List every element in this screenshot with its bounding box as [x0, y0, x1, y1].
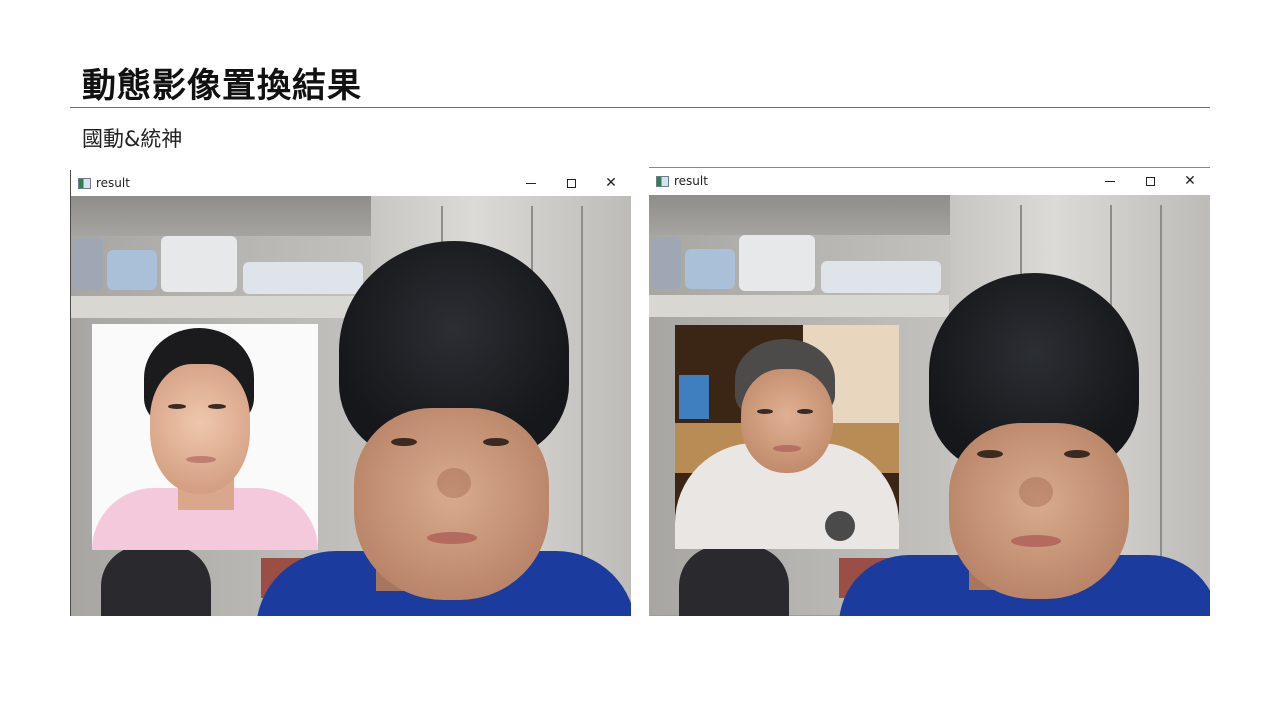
nose: [1019, 477, 1053, 507]
inset-eye: [208, 404, 226, 409]
maximize-icon: [1145, 176, 1155, 186]
window-title: result: [96, 176, 130, 190]
eye: [1064, 450, 1090, 458]
nose: [437, 468, 471, 498]
dark-object: [679, 546, 789, 616]
dark-object: [101, 546, 211, 616]
close-icon: ✕: [605, 175, 617, 191]
minimize-icon: [1105, 180, 1115, 182]
source-photo-left: [92, 324, 318, 550]
swapped-face: [949, 423, 1129, 599]
window-title: result: [674, 174, 708, 188]
inset-face: [741, 369, 833, 473]
camera-frame: [71, 196, 631, 616]
storage-bag: [821, 261, 941, 293]
storage-bag: [73, 238, 103, 290]
app-icon: [656, 175, 669, 187]
maximize-button[interactable]: [1130, 168, 1170, 194]
result-window-right[interactable]: result ✕: [649, 167, 1210, 616]
shirt-logo: [825, 511, 855, 541]
source-photo-right: [675, 325, 899, 549]
swapped-face: [354, 408, 549, 600]
inset-window: [679, 375, 709, 419]
minimize-button[interactable]: [1090, 168, 1130, 194]
storage-bag: [243, 262, 363, 294]
storage-bag: [161, 236, 237, 292]
mouth: [427, 532, 477, 544]
close-icon: ✕: [1184, 173, 1196, 189]
window-titlebar[interactable]: result ✕: [71, 170, 631, 196]
maximize-button[interactable]: [551, 170, 591, 196]
slide-title: 動態影像置換結果: [82, 66, 362, 106]
eye: [391, 438, 417, 446]
inset-eye: [757, 409, 773, 414]
eye: [483, 438, 509, 446]
inset-face: [150, 364, 250, 494]
inset-mouth: [773, 445, 801, 452]
inset-mouth: [186, 456, 216, 463]
maximize-icon: [566, 178, 576, 188]
window-titlebar[interactable]: result ✕: [649, 168, 1210, 194]
storage-bag: [739, 235, 815, 291]
minimize-icon: [526, 182, 536, 184]
title-divider: [70, 107, 1210, 108]
cabinet-edge: [1160, 205, 1162, 605]
storage-bag: [651, 237, 681, 289]
close-button[interactable]: ✕: [591, 170, 631, 196]
mouth: [1011, 535, 1061, 547]
shelf: [649, 295, 949, 317]
cabinet-edge: [581, 206, 583, 606]
eye: [977, 450, 1003, 458]
slide-subtitle: 國動&統神: [82, 127, 183, 151]
inset-eye: [168, 404, 186, 409]
inset-eye: [797, 409, 813, 414]
result-window-left[interactable]: result ✕: [70, 170, 631, 616]
minimize-button[interactable]: [511, 170, 551, 196]
storage-bag: [685, 249, 735, 289]
shelf: [71, 296, 371, 318]
close-button[interactable]: ✕: [1170, 168, 1210, 194]
app-icon: [78, 177, 91, 189]
storage-bag: [107, 250, 157, 290]
camera-frame: [649, 195, 1210, 616]
